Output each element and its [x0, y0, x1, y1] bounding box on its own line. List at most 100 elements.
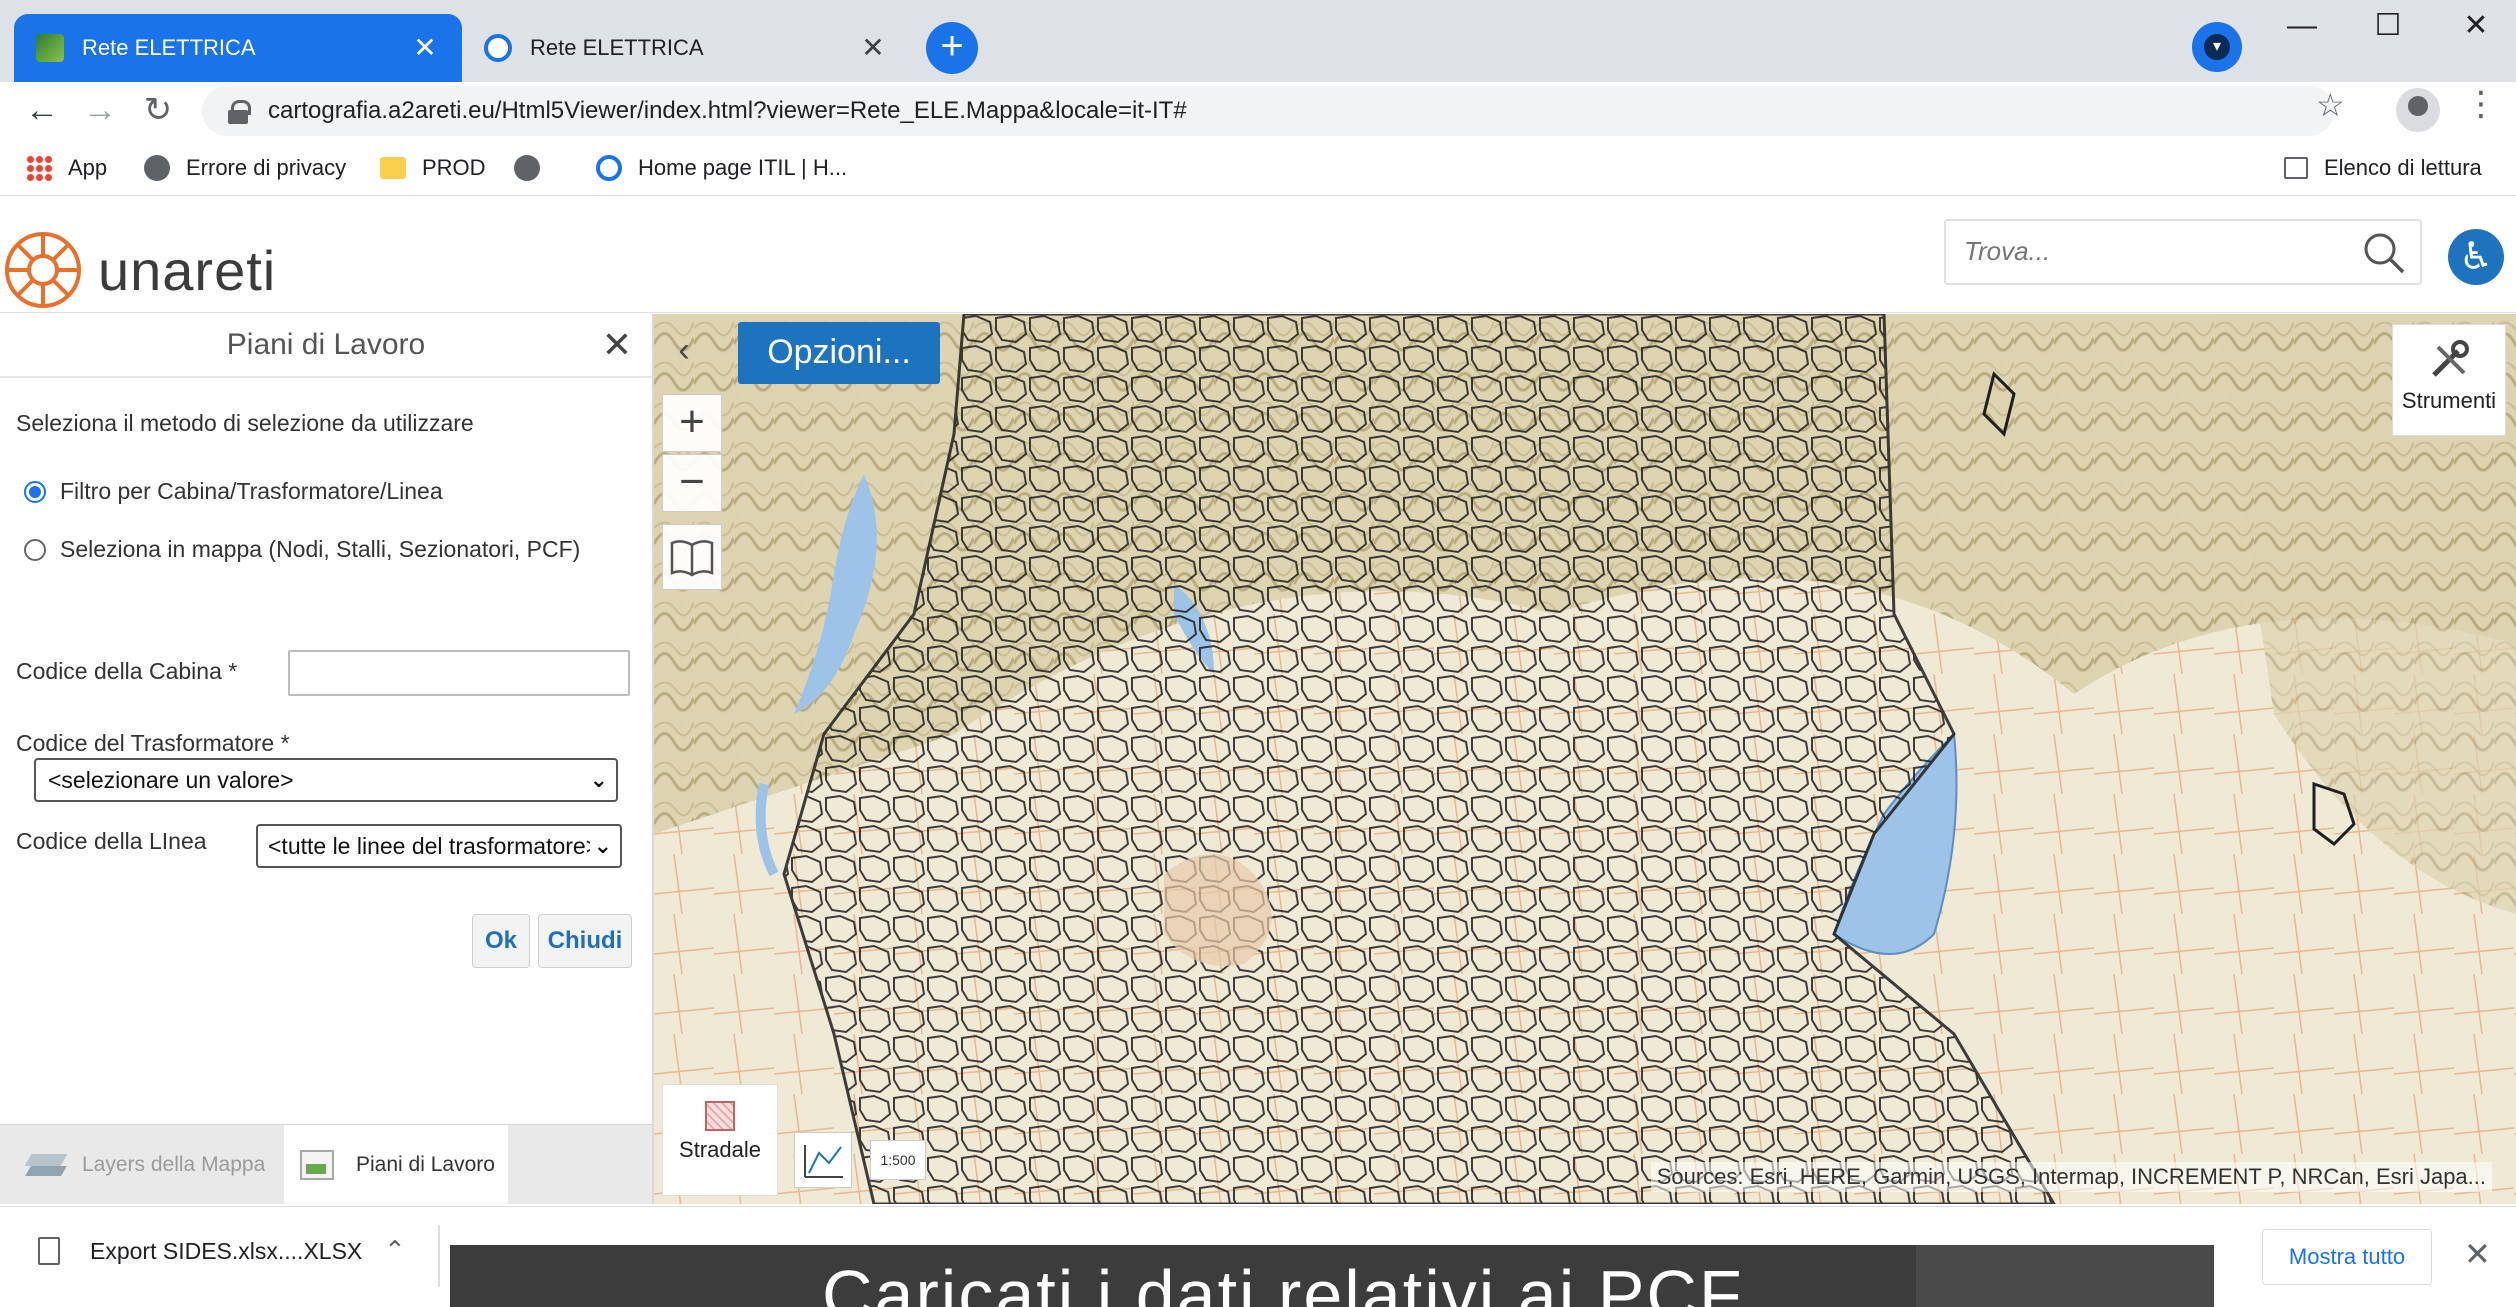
collapse-panel-icon[interactable]: ‹ [662, 324, 706, 376]
back-arrow-icon[interactable]: ← [20, 88, 64, 132]
basemap-label: Stradale [679, 1137, 761, 1162]
downloads-bar: Export SIDES.xlsx....XLSX ⌃ Caricati i d… [0, 1206, 2516, 1307]
caption-text: Caricati i dati relativi ai PCF [822, 1256, 1744, 1307]
transformer-select[interactable]: <selezionare un valore> ⌄ [34, 758, 618, 802]
minimize-window-button[interactable]: — [2262, 6, 2342, 46]
browser-tab[interactable]: Rete ELETTRICA ✕ [462, 14, 910, 82]
layers-icon [24, 1152, 68, 1178]
caption-overlay-edge [1916, 1245, 2214, 1307]
close-button[interactable]: Chiudi [538, 914, 632, 968]
lock-icon[interactable] [228, 100, 251, 124]
site-favicon-icon [36, 34, 64, 62]
show-all-downloads-button[interactable]: Mostra tutto [2262, 1229, 2432, 1285]
maximize-window-button[interactable]: ☐ [2348, 6, 2428, 46]
cabina-label: Codice della Cabina * [16, 658, 238, 684]
panel-header: Piani di Lavoro ✕ [0, 314, 652, 378]
chrome-menu-icon[interactable]: ⋮ [2464, 84, 2498, 124]
address-bar[interactable]: cartografia.a2areti.eu/Html5Viewer/index… [202, 86, 2334, 136]
basemap-thumbnail-icon [705, 1101, 735, 1131]
open-book-icon [670, 540, 714, 577]
tools-button[interactable]: Strumenti [2392, 324, 2506, 436]
unareti-logo[interactable]: unareti [0, 227, 276, 313]
chevron-down-icon: ▾ [2204, 34, 2230, 60]
bookmarks-bar: App Errore di privacy PROD Home page ITI… [0, 140, 2516, 196]
panel-tabs: Layers della Mappa Piani di Lavoro [0, 1124, 652, 1205]
bookmark-globe[interactable] [514, 152, 556, 184]
loading-favicon-icon [484, 34, 512, 62]
bookmark-itil-home[interactable]: Home page ITIL | H... [596, 152, 847, 184]
search-input[interactable] [1946, 221, 2326, 281]
search-field[interactable] [1944, 219, 2422, 285]
grid-area [782, 314, 2056, 1204]
divider [438, 1225, 440, 1287]
tab-map-layers[interactable]: Layers della Mappa [24, 1125, 265, 1205]
bookmark-star-icon[interactable]: ☆ [2316, 86, 2345, 124]
ok-button[interactable]: Ok [472, 914, 530, 968]
radio-map-select-option[interactable]: Seleziona in mappa (Nodi, Stalli, Sezion… [24, 536, 580, 563]
line-label: Codice della LInea [16, 828, 207, 854]
caption-overlay: Caricati i dati relativi ai PCF [450, 1245, 2214, 1307]
line-select-value: <tutte le linee del trasformatore> [268, 833, 600, 859]
reading-list-button[interactable]: Elenco di lettura [2284, 152, 2482, 184]
close-downloads-icon[interactable]: ✕ [2464, 1235, 2491, 1273]
map-bookmarks-button[interactable] [662, 524, 722, 590]
logo-mark-icon [5, 232, 81, 308]
search-icon[interactable] [2362, 231, 2406, 275]
bookmark-apps[interactable]: App [26, 152, 107, 184]
tab-label: Layers della Mappa [82, 1153, 266, 1176]
globe-icon [514, 155, 540, 181]
map-attribution: Sources: Esri, HERE, Garmin, USGS, Inter… [1650, 1162, 2492, 1192]
reload-icon[interactable]: ↻ [136, 88, 180, 132]
radio-button-checked[interactable] [24, 480, 46, 503]
radio-label: Seleziona in mappa (Nodi, Stalli, Sezion… [60, 536, 581, 562]
reading-list-icon [2284, 157, 2308, 179]
tab-search-button[interactable]: ▾ [2192, 22, 2242, 72]
itil-icon [596, 155, 622, 181]
tab-label: Piani di Lavoro [356, 1153, 495, 1176]
close-tab-icon[interactable]: ✕ [858, 33, 888, 63]
apps-grid-icon [26, 155, 52, 181]
radio-filter-option[interactable]: Filtro per Cabina/Trasformatore/Linea [24, 478, 443, 505]
work-plans-panel: Piani di Lavoro ✕ Seleziona il metodo di… [0, 314, 654, 1205]
image-icon [300, 1150, 334, 1180]
browser-tab-active[interactable]: Rete ELETTRICA ✕ [14, 14, 462, 82]
selection-instruction: Seleziona il metodo di selezione da util… [16, 410, 474, 436]
measure-tool-icon[interactable] [794, 1132, 852, 1188]
chevron-down-icon: ⌄ [589, 826, 612, 866]
close-tab-icon[interactable]: ✕ [410, 33, 440, 63]
radio-button-unchecked[interactable] [24, 538, 46, 561]
bookmark-label: PROD [422, 155, 486, 180]
file-icon [38, 1237, 60, 1265]
zoom-in-button[interactable]: + [662, 394, 722, 452]
account-avatar-icon[interactable] [2396, 88, 2440, 132]
map-canvas[interactable] [654, 314, 2516, 1204]
bookmark-label: Home page ITIL | H... [638, 155, 848, 180]
basemap-switch-button[interactable]: Stradale [662, 1084, 778, 1196]
map-view[interactable]: ‹ Opzioni... + − Strumenti Stradale 1:50… [654, 314, 2516, 1204]
tab-work-plans[interactable]: Piani di Lavoro [284, 1125, 508, 1205]
download-filename: Export SIDES.xlsx....XLSX [90, 1237, 363, 1264]
close-panel-icon[interactable]: ✕ [602, 324, 632, 366]
panel-title: Piani di Lavoro [226, 328, 426, 361]
bookmark-privacy-error[interactable]: Errore di privacy [144, 152, 346, 184]
download-item[interactable]: Export SIDES.xlsx....XLSX [38, 1237, 362, 1265]
options-button[interactable]: Opzioni... [738, 322, 940, 384]
folder-icon [380, 157, 406, 179]
zoom-out-button[interactable]: − [662, 454, 722, 512]
browser-tab-strip: Rete ELETTRICA ✕ Rete ELETTRICA ✕ + ▾ — … [0, 0, 2516, 82]
tools-wrench-icon [2432, 340, 2469, 377]
transformer-label: Codice del Trasformatore * [16, 730, 290, 756]
forward-arrow-icon[interactable]: → [78, 88, 122, 132]
new-tab-button[interactable]: + [926, 22, 978, 74]
tab-title: Rete ELETTRICA [82, 35, 256, 60]
scale-tool-icon[interactable]: 1:500 [870, 1140, 926, 1180]
close-window-button[interactable]: ✕ [2436, 6, 2516, 46]
logo-text: unareti [98, 238, 277, 302]
url-text[interactable]: cartografia.a2areti.eu/Html5Viewer/index… [268, 97, 1187, 125]
tools-label: Strumenti [2401, 388, 2497, 413]
chevron-up-icon[interactable]: ⌃ [384, 1235, 406, 1266]
cabina-code-input[interactable] [288, 650, 630, 696]
bookmark-prod-folder[interactable]: PROD [380, 152, 486, 184]
accessibility-icon[interactable]: ♿ [2448, 229, 2504, 285]
line-select[interactable]: <tutte le linee del trasformatore> ⌄ [256, 824, 622, 868]
